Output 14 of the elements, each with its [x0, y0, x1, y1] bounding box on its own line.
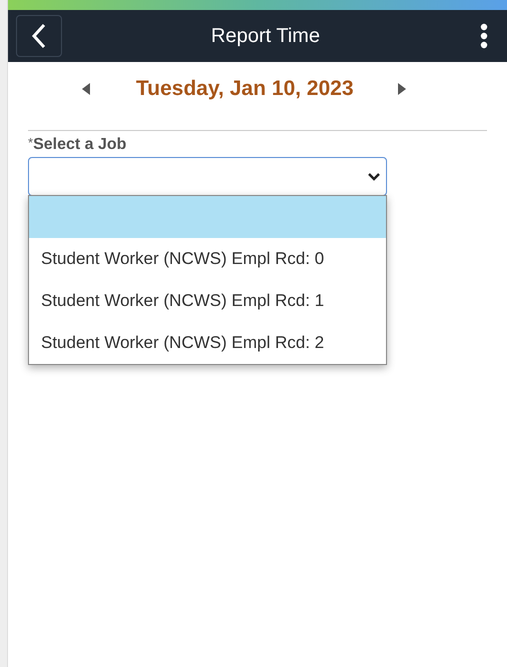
- more-icon: [480, 23, 488, 49]
- chevron-down-icon: [368, 172, 380, 180]
- page-title: Report Time: [210, 24, 321, 49]
- left-triangle-icon: [82, 83, 90, 95]
- back-button[interactable]: [16, 15, 62, 57]
- date-heading: Tuesday, Jan 10, 2023: [136, 76, 354, 102]
- dropdown-option[interactable]: Student Worker (NCWS) Empl Rcd: 2: [29, 322, 386, 364]
- right-triangle-icon: [398, 83, 406, 95]
- job-select[interactable]: [28, 157, 387, 196]
- dropdown-option[interactable]: Student Worker (NCWS) Empl Rcd: 0: [29, 238, 386, 280]
- back-icon: [31, 23, 47, 49]
- dropdown-option[interactable]: Student Worker (NCWS) Empl Rcd: 1: [29, 280, 386, 322]
- field-label: Select a Job: [33, 135, 126, 155]
- required-mark: *: [28, 134, 34, 152]
